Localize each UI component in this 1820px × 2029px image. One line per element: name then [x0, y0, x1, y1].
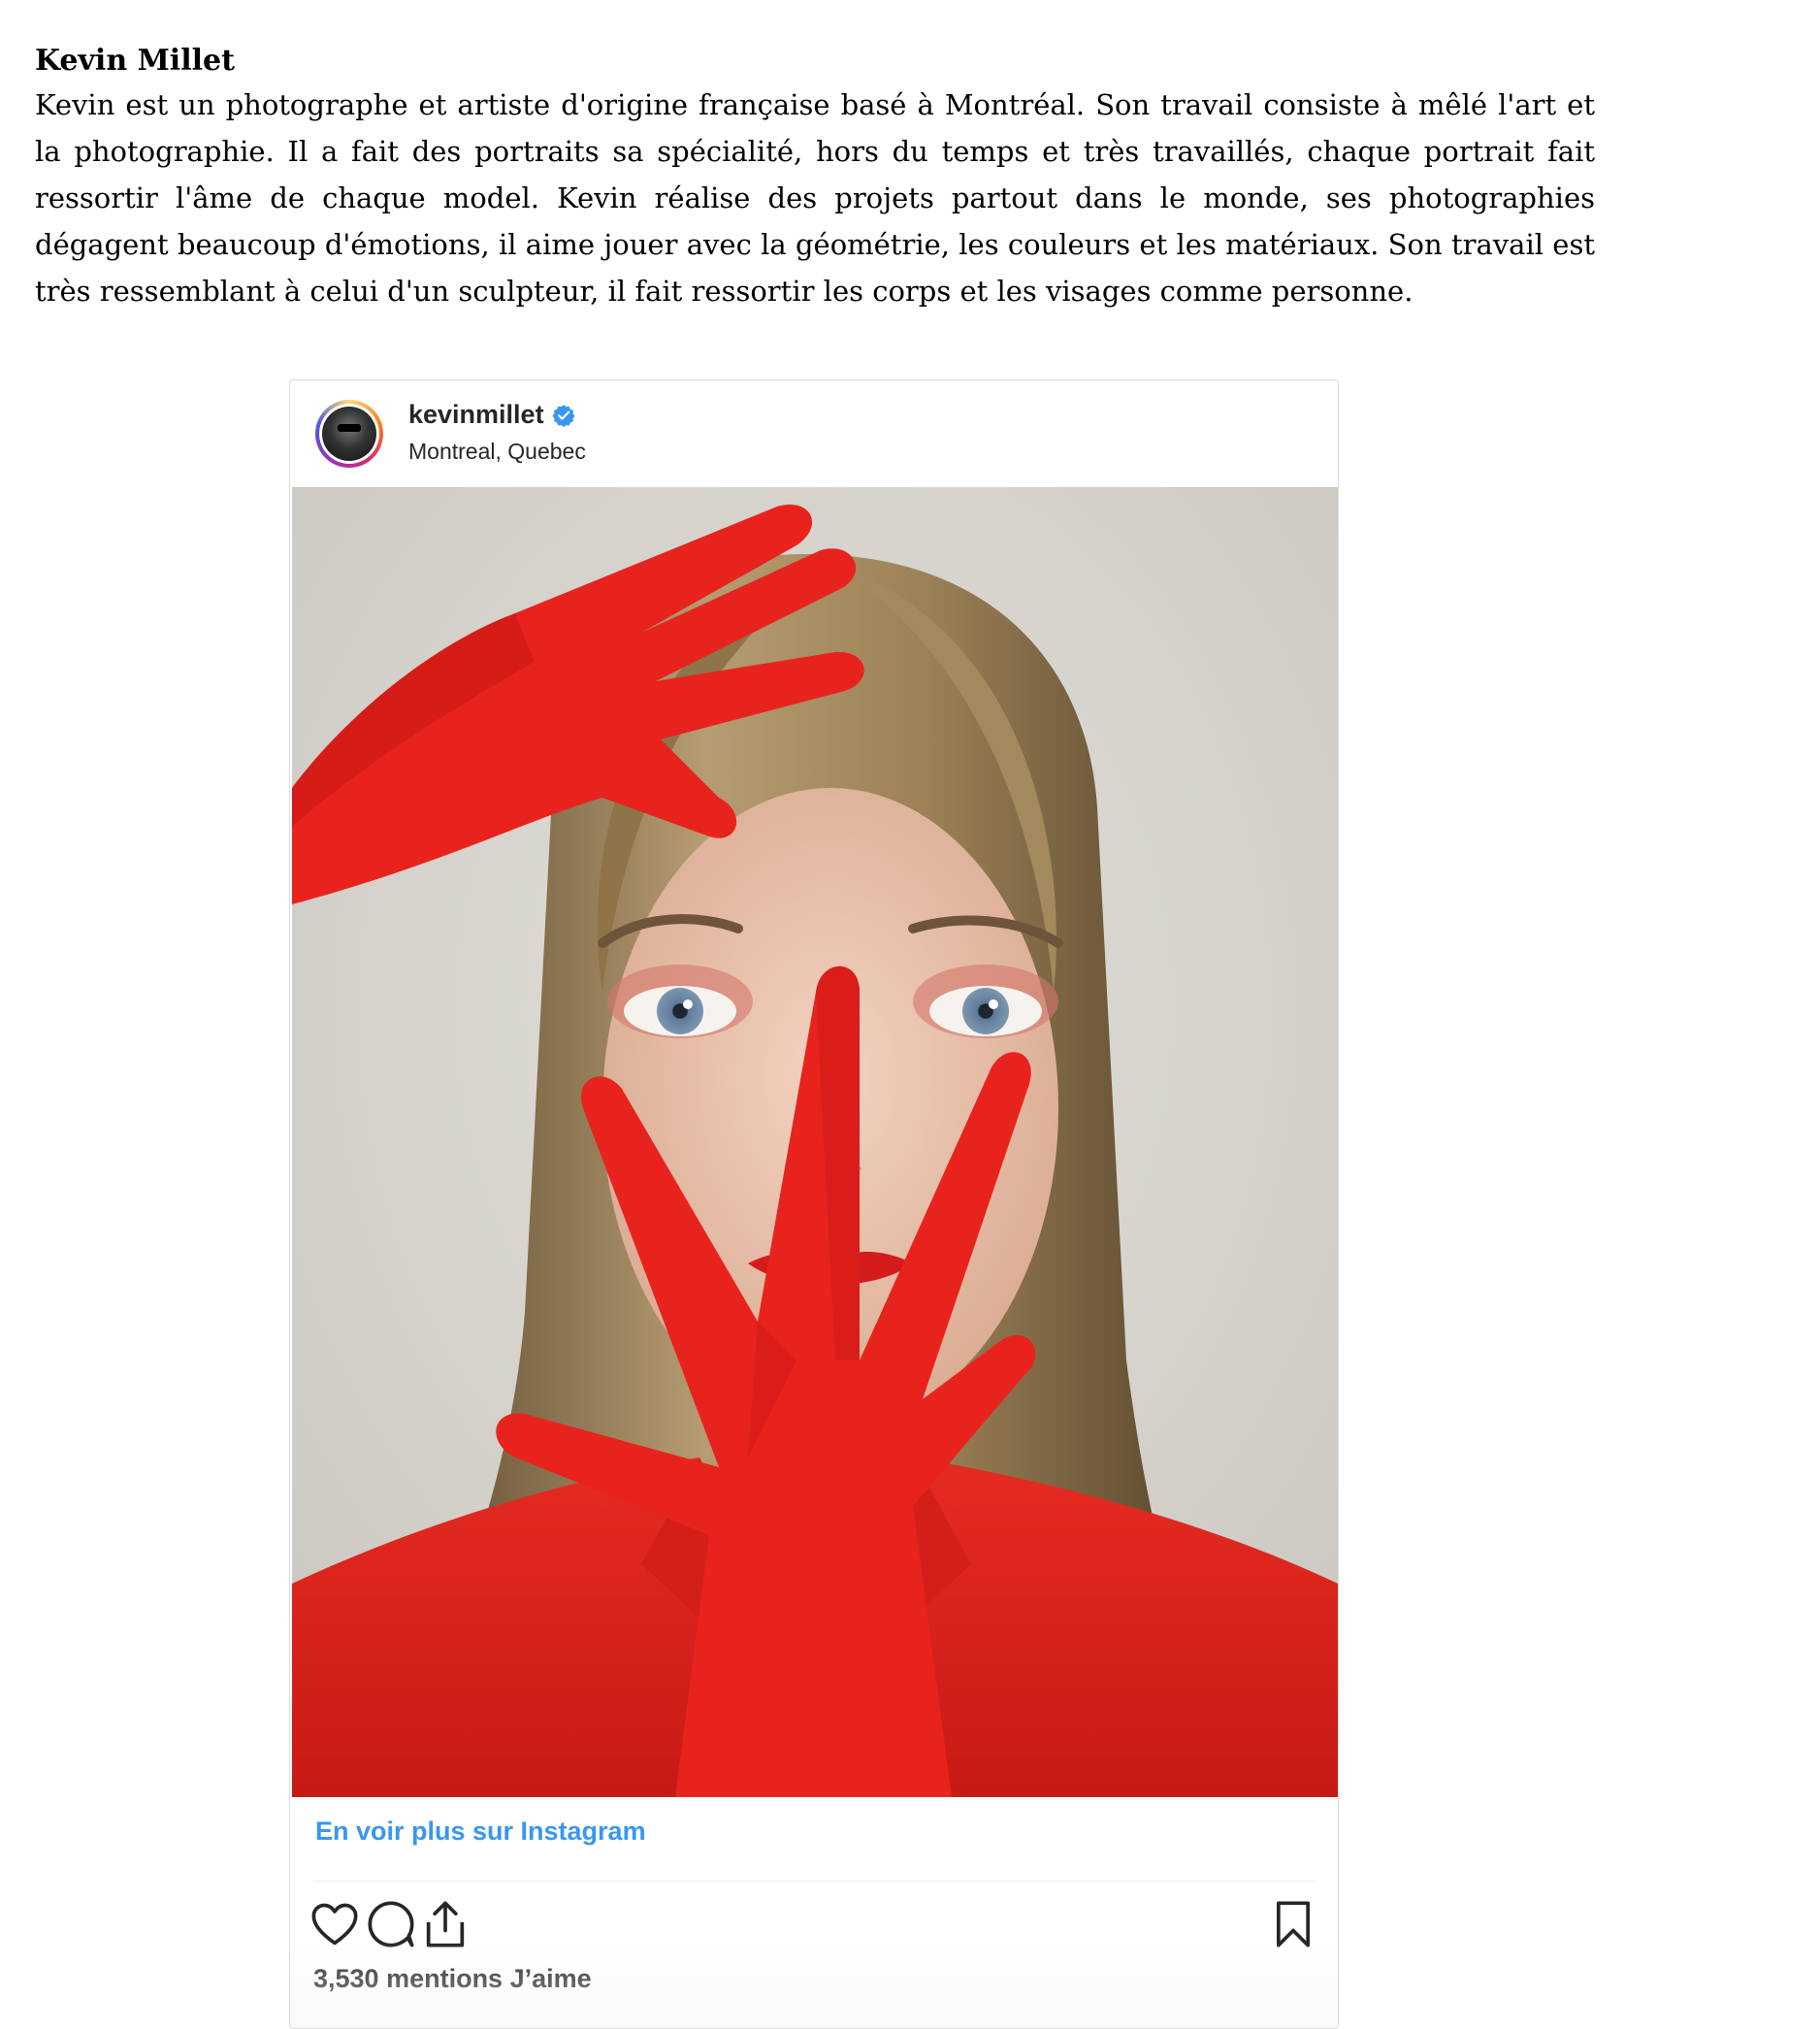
- divider: [313, 1881, 1316, 1882]
- avatar-image: [322, 407, 376, 461]
- verified-badge-icon: [552, 404, 575, 427]
- post-location[interactable]: Montreal, Quebec: [408, 439, 586, 465]
- post-actions: [309, 1899, 1320, 1953]
- article-body: Kevin est un photographe et artiste d'or…: [35, 88, 1595, 308]
- avatar[interactable]: [315, 400, 383, 468]
- bookmark-icon[interactable]: [1268, 1899, 1318, 1949]
- heart-icon[interactable]: [309, 1899, 360, 1949]
- view-more-instagram-link[interactable]: En voir plus sur Instagram: [315, 1816, 646, 1847]
- comment-icon[interactable]: [366, 1899, 416, 1949]
- username[interactable]: kevinmillet: [408, 400, 544, 430]
- portrait-photo: [292, 487, 1338, 1797]
- article: Kevin Millet Kevin est un photographe et…: [35, 43, 1595, 314]
- likes-count[interactable]: 3,530 mentions J’aime: [313, 1964, 592, 1994]
- article-title: Kevin Millet: [35, 44, 235, 78]
- post-photo[interactable]: [292, 487, 1338, 1797]
- instagram-post-header: kevinmillet Montreal, Quebec: [290, 380, 1338, 487]
- share-icon[interactable]: [420, 1899, 471, 1949]
- instagram-embed: kevinmillet Montreal, Quebec En voir plu…: [289, 379, 1339, 2029]
